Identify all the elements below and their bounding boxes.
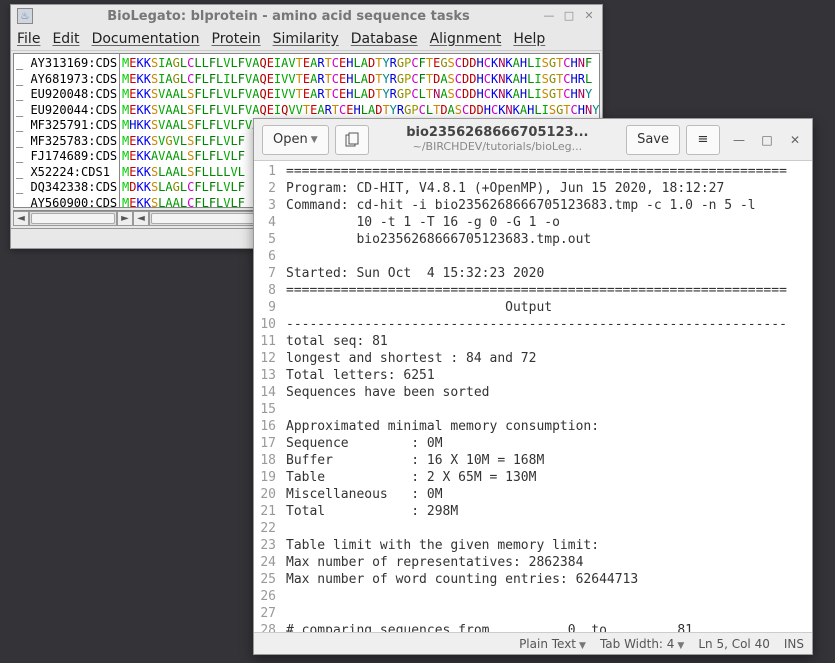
menu-protein[interactable]: Protein [212,31,261,47]
sequence-row[interactable]: MEKKSVAALSFLFLVLFVAQEIQVVTEARTCEHLADTYRG… [122,103,599,119]
editor-text-area[interactable]: ========================================… [282,161,812,632]
scroll-left-icon[interactable]: ◄ [13,211,29,226]
hamburger-icon: ≡ [698,132,709,147]
sequence-label[interactable]: MF325783:CDS [16,134,119,150]
sequence-label[interactable]: X52224:CDS1 [16,165,119,181]
menu-edit[interactable]: Edit [52,31,79,47]
sequence-label[interactable]: FJ174689:CDS [16,149,119,165]
menu-similarity[interactable]: Similarity [273,31,339,47]
menu-file[interactable]: File [17,31,40,47]
scroll-right-icon[interactable]: ► [117,211,133,226]
menu-alignment[interactable]: Alignment [430,31,502,47]
editor-body: 1 2 3 4 5 6 7 8 9 10 11 12 13 14 15 16 1… [254,161,812,632]
sequence-label[interactable]: MF325791:CDS [16,118,119,134]
new-document-icon [344,132,360,148]
open-button[interactable]: Open▼ [262,125,329,155]
sequence-label[interactable]: DQ342338:CDS [16,180,119,196]
chevron-down-icon: ▼ [311,135,318,145]
biolegato-menubar: File Edit Documentation Protein Similari… [11,27,602,51]
editor-filename: bio2356268666705123... [375,126,620,140]
cursor-position[interactable]: Ln 5, Col 40 [698,637,770,651]
sequence-label[interactable]: AY313169:CDS [16,56,119,72]
editor-titlebar[interactable]: Open▼ bio2356268666705123... ~/BIRCHDEV/… [254,119,812,161]
chevron-down-icon: ▼ [579,641,586,651]
menu-documentation[interactable]: Documentation [92,31,200,47]
menu-help[interactable]: Help [513,31,545,47]
scroll-left-icon[interactable]: ◄ [133,211,149,226]
line-number-gutter: 1 2 3 4 5 6 7 8 9 10 11 12 13 14 15 16 1… [254,161,282,632]
tabwidth-label: Tab Width: 4 [600,637,674,651]
close-button[interactable]: ✕ [582,9,596,23]
minimize-button[interactable]: — [730,133,748,147]
editor-statusbar: Plain Text▼ Tab Width: 4▼ Ln 5, Col 40 I… [254,632,812,654]
insert-mode[interactable]: INS [784,637,804,651]
label-scrollbar[interactable] [29,211,117,226]
maximize-button[interactable]: □ [758,133,776,147]
chevron-down-icon: ▼ [677,641,684,651]
close-button[interactable]: ✕ [786,133,804,147]
tabwidth-selector[interactable]: Tab Width: 4▼ [600,637,684,651]
minimize-button[interactable]: — [542,9,556,23]
editor-window: Open▼ bio2356268666705123... ~/BIRCHDEV/… [253,118,813,655]
sequence-labels[interactable]: AY313169:CDSAY681973:CDSEU920048:CDSEU92… [14,54,120,207]
maximize-button[interactable]: □ [562,9,576,23]
biolegato-titlebar[interactable]: ♨ BioLegato: blprotein - amino acid sequ… [11,5,602,27]
sequence-row[interactable]: MEKKSIAGLCLLFLVLFVAQEIAVTEARTCEHLADTYRGP… [122,56,599,72]
save-button[interactable]: Save [626,125,680,155]
java-icon: ♨ [17,8,33,24]
sequence-label[interactable]: EU920048:CDS [16,87,119,103]
hamburger-menu-button[interactable]: ≡ [686,125,720,155]
sequence-row[interactable]: MEKKSVAALSFLFLVLFVAQEIVVTEARTCEHLADTYRGP… [122,87,599,103]
biolegato-title: BioLegato: blprotein - amino acid sequen… [41,9,536,24]
sequence-label[interactable]: EU920044:CDS [16,103,119,119]
syntax-label: Plain Text [519,637,576,651]
menu-database[interactable]: Database [351,31,418,47]
sequence-label[interactable]: AY560900:CDS [16,196,119,208]
open-label: Open [273,132,308,147]
editor-title-area: bio2356268666705123... ~/BIRCHDEV/tutori… [375,126,620,154]
sequence-label[interactable]: AY681973:CDS [16,72,119,88]
editor-filepath: ~/BIRCHDEV/tutorials/bioLeg... [375,140,620,154]
sequence-row[interactable]: MEKKSIAGLCFLFLILFVAQEIVVTEARTCEHLADTYRGP… [122,72,599,88]
new-tab-button[interactable] [335,125,369,155]
syntax-selector[interactable]: Plain Text▼ [519,637,586,651]
